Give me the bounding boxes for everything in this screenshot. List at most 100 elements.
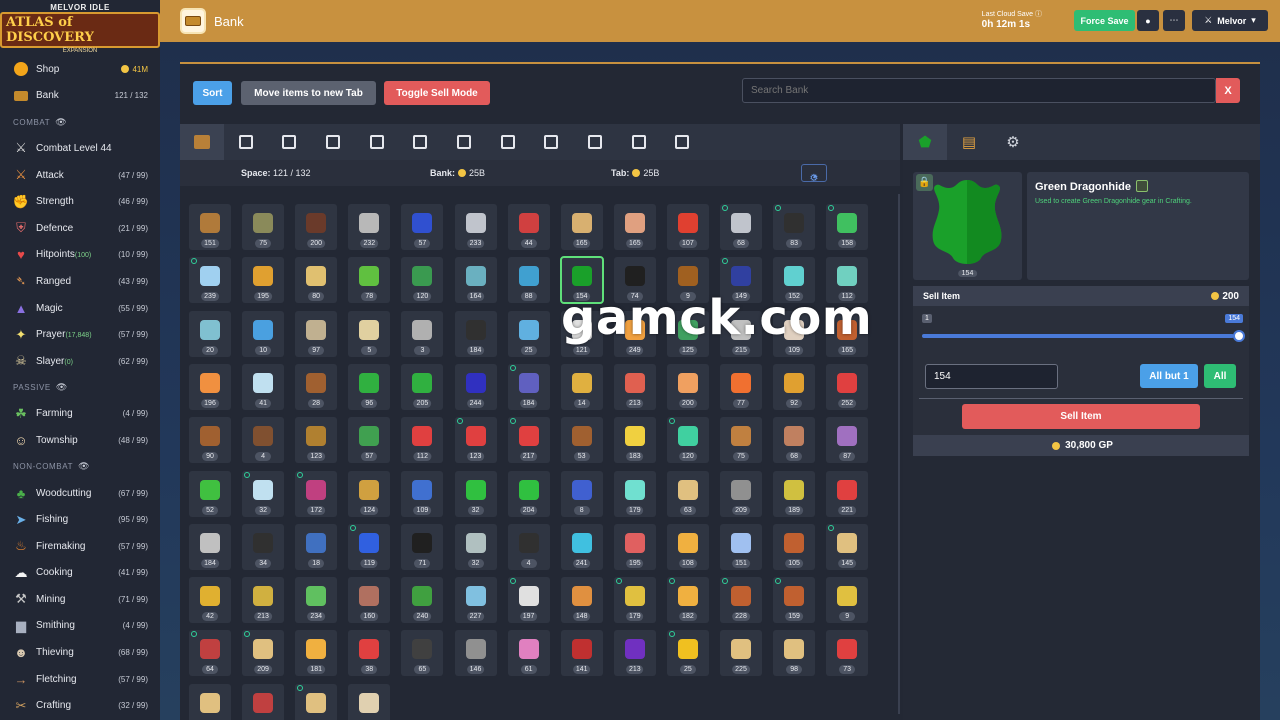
bank-item[interactable]: 197: [507, 577, 550, 624]
game-logo[interactable]: MELVOR IDLE ATLAS of DISCOVERY EXPANSION: [0, 0, 160, 56]
slider-handle[interactable]: [1233, 330, 1245, 342]
bank-item[interactable]: 77: [720, 363, 762, 410]
bank-item[interactable]: 52: [189, 470, 231, 517]
bank-item[interactable]: 71: [401, 523, 444, 570]
bank-item[interactable]: 105: [773, 523, 816, 570]
all-but-one-button[interactable]: All but 1: [1140, 364, 1198, 388]
clear-search-button[interactable]: X: [1216, 78, 1240, 103]
bank-tab[interactable]: [355, 124, 399, 160]
bank-item[interactable]: 148: [560, 577, 603, 624]
sidebar-section-passive[interactable]: Passive 👁: [0, 375, 160, 401]
force-save-button[interactable]: Force Save: [1074, 10, 1135, 31]
sidebar-item-township[interactable]: ☺ Township (48 / 99): [0, 427, 160, 454]
bank-item[interactable]: 213: [242, 577, 285, 624]
bank-item[interactable]: 57: [401, 204, 444, 250]
bank-item[interactable]: 204: [507, 470, 550, 517]
sidebar-item-woodcutting[interactable]: ♣ Woodcutting (67 / 99): [0, 480, 160, 507]
bank-item[interactable]: 227: [454, 577, 497, 624]
bank-item[interactable]: 209: [242, 630, 285, 677]
bank-item[interactable]: [348, 683, 391, 720]
bank-tab[interactable]: [486, 124, 530, 160]
bank-item[interactable]: 25: [507, 310, 550, 357]
bank-item[interactable]: 141: [560, 630, 603, 677]
bank-item[interactable]: 151: [189, 204, 231, 250]
bank-tab[interactable]: [661, 124, 705, 160]
bank-tab[interactable]: [267, 124, 311, 160]
bank-item[interactable]: 4: [242, 417, 285, 464]
bank-item[interactable]: 252: [826, 363, 869, 410]
bank-item[interactable]: 5: [348, 310, 391, 357]
sidebar-item-cooking[interactable]: ☁ Cooking (41 / 99): [0, 560, 160, 587]
bank-tab[interactable]: [224, 124, 268, 160]
bank-item[interactable]: 107: [666, 204, 709, 250]
sidebar-item-bank[interactable]: Bank 121 / 132: [0, 83, 160, 110]
sidebar-item-mining[interactable]: ⚒ Mining (71 / 99): [0, 586, 160, 613]
toggle-sell-mode-button[interactable]: Toggle Sell Mode: [384, 81, 490, 105]
tab-item-info[interactable]: ⬟: [903, 124, 947, 160]
bank-item[interactable]: 112: [401, 417, 444, 464]
bank-item[interactable]: 179: [613, 577, 656, 624]
bank-item[interactable]: 119: [348, 523, 391, 570]
bank-item[interactable]: 38: [348, 630, 391, 677]
bank-item[interactable]: 96: [348, 363, 391, 410]
bank-item[interactable]: 25: [666, 630, 709, 677]
bank-item[interactable]: 225: [720, 630, 762, 677]
sidebar-item-shop[interactable]: Shop 41M: [0, 56, 160, 83]
bank-tab[interactable]: [311, 124, 355, 160]
sidebar-item-combat-level[interactable]: ⚔ Combat Level 44: [0, 135, 160, 162]
bank-item[interactable]: 160: [348, 577, 391, 624]
bank-item[interactable]: 205: [401, 363, 444, 410]
sidebar-item-smithing[interactable]: ▆ Smithing (4 / 99): [0, 613, 160, 640]
bank-tab[interactable]: [530, 124, 574, 160]
bank-item[interactable]: 20: [189, 310, 231, 357]
move-items-button[interactable]: Move items to new Tab: [241, 81, 376, 105]
search-input[interactable]: [742, 78, 1216, 103]
bank-item[interactable]: 165: [560, 204, 603, 250]
bank-item[interactable]: 10: [242, 310, 285, 357]
bank-item[interactable]: 184: [507, 363, 550, 410]
sidebar-section-noncombat[interactable]: Non-Combat 👁: [0, 454, 160, 480]
bank-item[interactable]: 44: [507, 204, 550, 250]
tab-item-settings[interactable]: ⚙: [991, 124, 1035, 160]
bank-item[interactable]: 73: [826, 630, 869, 677]
sidebar-item-magic[interactable]: ▲ Magic (55 / 99): [0, 295, 160, 322]
bank-item[interactable]: 233: [454, 204, 497, 250]
sidebar-item-crafting[interactable]: ✂ Crafting (32 / 99): [0, 692, 160, 719]
bank-item[interactable]: 151: [720, 523, 762, 570]
sidebar-item-defence[interactable]: ⛨ Defence (21 / 99): [0, 215, 160, 242]
sort-button[interactable]: Sort: [193, 81, 232, 105]
bank-item[interactable]: 123: [295, 417, 338, 464]
bank-item[interactable]: 158: [826, 204, 869, 250]
bank-item[interactable]: 146: [454, 630, 497, 677]
sidebar-section-combat[interactable]: Combat 👁: [0, 109, 160, 135]
bank-tab[interactable]: [442, 124, 486, 160]
bank-item[interactable]: [189, 683, 231, 720]
bank-item[interactable]: 75: [720, 417, 762, 464]
sell-quantity-input[interactable]: [925, 364, 1058, 389]
bank-item[interactable]: 221: [826, 470, 869, 517]
character-menu-button[interactable]: ⚔ Melvor ▾: [1192, 10, 1268, 31]
bank-item[interactable]: 98: [773, 630, 816, 677]
bank-item[interactable]: 65: [401, 630, 444, 677]
bank-item[interactable]: 217: [507, 417, 550, 464]
bank-item[interactable]: 228: [720, 577, 762, 624]
bank-item[interactable]: 88: [507, 257, 550, 304]
bank-item[interactable]: 165: [613, 204, 656, 250]
bank-item[interactable]: [295, 683, 338, 720]
tab-item-stats[interactable]: ▤: [947, 124, 991, 160]
bank-item[interactable]: 182: [666, 577, 709, 624]
grid-scrollbar[interactable]: [898, 194, 900, 714]
sidebar-item-hitpoints[interactable]: ♥ Hitpoints(100) (10 / 99): [0, 242, 160, 269]
more-options-icon[interactable]: ⋯: [1163, 10, 1185, 31]
bank-item[interactable]: 9: [826, 577, 869, 624]
eye-icon[interactable]: 👁: [78, 461, 90, 472]
bank-item[interactable]: 61: [507, 630, 550, 677]
bank-item[interactable]: 75: [242, 204, 285, 250]
bank-item[interactable]: 32: [242, 470, 285, 517]
bank-item[interactable]: 239: [189, 257, 231, 304]
bank-item[interactable]: 234: [295, 577, 338, 624]
bank-item[interactable]: 124: [348, 470, 391, 517]
bank-item[interactable]: 232: [348, 204, 391, 250]
sidebar-item-slayer[interactable]: ☠ Slayer(0) (62 / 99): [0, 348, 160, 375]
bank-item[interactable]: 68: [720, 204, 762, 250]
